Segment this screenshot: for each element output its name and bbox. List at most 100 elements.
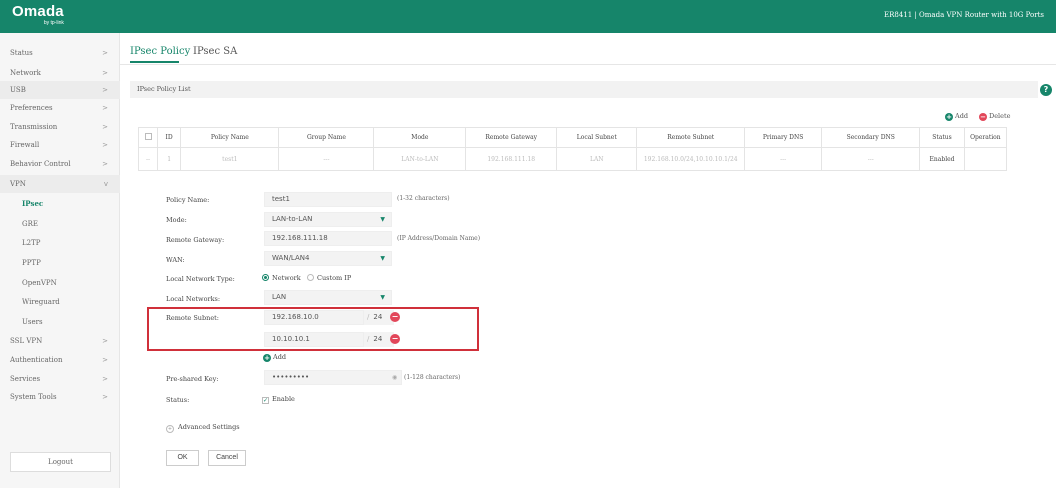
- remote-subnet-ip-2[interactable]: 10.10.10.1: [264, 332, 364, 347]
- policy-name-label: Policy Name:: [166, 196, 210, 204]
- sidebar-item-vpn[interactable]: VPN v: [0, 175, 120, 193]
- column-header: Local Subnet: [556, 127, 638, 148]
- sidebar-item-gre[interactable]: GRE: [0, 215, 120, 233]
- remove-subnet-1-icon[interactable]: −: [390, 312, 400, 322]
- sidebar-item-ssl-vpn[interactable]: SSL VPN >: [0, 332, 120, 350]
- column-header: Mode: [373, 127, 467, 148]
- local-networks-label: Local Networks:: [166, 295, 221, 303]
- checkbox-icon: [144, 133, 152, 140]
- table-cell: test1: [180, 147, 280, 171]
- policy-table: ID Policy Name Group Name Mode Remote Ga…: [138, 127, 1008, 171]
- local-networks-value: LAN: [272, 293, 287, 301]
- chevron-down-icon: v: [103, 180, 108, 188]
- table-cell: --: [138, 147, 158, 171]
- sidebar-item-behavior-control[interactable]: Behavior Control >: [0, 155, 120, 173]
- tab-divider: [120, 64, 1056, 65]
- chevron-right-icon: >: [102, 356, 108, 364]
- pre-shared-key-input[interactable]: •••••••••: [264, 370, 402, 385]
- sidebar-item-firewall[interactable]: Firewall >: [0, 136, 120, 154]
- device-title: ER8411 | Omada VPN Router with 10G Ports: [884, 11, 1044, 19]
- wan-select[interactable]: WAN/LAN4 ▼: [264, 251, 392, 266]
- sidebar-item-label: Services: [10, 375, 41, 383]
- pre-shared-key-hint: (1-128 characters): [404, 374, 461, 381]
- sidebar-item-services[interactable]: Services >: [0, 370, 120, 388]
- sidebar-item-network[interactable]: Network >: [0, 64, 120, 82]
- chevron-right-icon: >: [102, 393, 108, 401]
- remote-subnet-label: Remote Subnet:: [166, 314, 219, 322]
- dropdown-arrow-icon: ▼: [380, 255, 385, 262]
- add-button[interactable]: + Add: [945, 112, 968, 121]
- mode-select[interactable]: LAN-to-LAN ▼: [264, 212, 392, 227]
- section-title: IPsec Policy List: [130, 81, 1038, 98]
- slash-separator: /: [367, 313, 370, 321]
- add-subnet-button[interactable]: + Add: [263, 353, 286, 362]
- sidebar-item-preferences[interactable]: Preferences >: [0, 99, 120, 117]
- column-header: ID: [156, 127, 182, 148]
- sidebar-item-label: SSL VPN: [10, 337, 43, 345]
- table-cell: LAN: [556, 147, 638, 171]
- column-header: Primary DNS: [744, 127, 823, 148]
- enable-checkbox[interactable]: ✓ Enable: [262, 395, 295, 404]
- sidebar-item-users[interactable]: Users: [0, 313, 120, 331]
- select-all-checkbox[interactable]: [138, 127, 158, 148]
- tab-ipsec-policy[interactable]: IPsec Policy: [130, 46, 190, 57]
- top-bar: Omada by tp-link ER8411 | Omada VPN Rout…: [0, 0, 1056, 33]
- sidebar-item-label: Firewall: [10, 141, 40, 149]
- remote-gateway-label: Remote Gateway:: [166, 236, 225, 244]
- mask-value: 24: [373, 335, 383, 343]
- chevron-right-icon: >: [102, 337, 108, 345]
- active-tab-indicator: [130, 61, 179, 63]
- policy-name-hint: (1-32 characters): [397, 195, 450, 202]
- remote-subnet-ip-1[interactable]: 192.168.10.0: [264, 310, 364, 325]
- delete-button[interactable]: − Delete: [979, 112, 1010, 121]
- sidebar-item-pptp[interactable]: PPTP: [0, 254, 120, 272]
- plus-icon: +: [263, 354, 271, 362]
- radio-unselected-icon: [307, 274, 314, 281]
- table-row[interactable]: -- 1 test1 --- LAN-to-LAN 192.168.111.18…: [138, 147, 1008, 171]
- column-header: Operation: [963, 127, 1008, 148]
- radio-custom-ip[interactable]: Custom IP: [307, 274, 351, 282]
- sidebar-item-wireguard[interactable]: Wireguard: [0, 293, 120, 311]
- pre-shared-key-label: Pre-shared Key:: [166, 375, 219, 383]
- sidebar-item-system-tools[interactable]: System Tools >: [0, 388, 120, 406]
- remove-subnet-2-icon[interactable]: −: [390, 334, 400, 344]
- status-cell: Enabled: [919, 147, 965, 171]
- radio-network[interactable]: Network: [262, 274, 301, 282]
- mode-label: Mode:: [166, 216, 187, 224]
- cancel-button[interactable]: Cancel: [208, 450, 246, 466]
- sidebar-item-transmission[interactable]: Transmission >: [0, 118, 120, 136]
- sidebar-item-ipsec[interactable]: IPsec: [0, 195, 120, 213]
- sidebar-item-authentication[interactable]: Authentication >: [0, 351, 120, 369]
- remote-gateway-input[interactable]: 192.168.111.18: [264, 231, 392, 246]
- enable-label: Enable: [272, 395, 295, 403]
- table-cell: 192.168.111.18: [465, 147, 558, 171]
- ok-button[interactable]: OK: [166, 450, 199, 466]
- tab-ipsec-sa[interactable]: IPsec SA: [193, 46, 237, 57]
- chevron-right-icon: >: [102, 160, 108, 168]
- mask-value: 24: [373, 313, 383, 321]
- sidebar-item-label: System Tools: [10, 393, 57, 401]
- plus-icon: +: [945, 113, 953, 121]
- add-label: Add: [955, 112, 969, 120]
- logo-text: Omada: [12, 3, 64, 20]
- local-networks-select[interactable]: LAN ▼: [264, 290, 392, 305]
- table-cell: ---: [821, 147, 921, 171]
- sidebar-item-openvpn[interactable]: OpenVPN: [0, 274, 120, 292]
- wan-value: WAN/LAN4: [272, 254, 310, 262]
- sidebar-item-status[interactable]: Status >: [0, 44, 120, 62]
- help-icon[interactable]: ?: [1040, 84, 1052, 96]
- advanced-settings-toggle[interactable]: + Advanced Settings: [166, 423, 240, 433]
- table-cell: ---: [744, 147, 823, 171]
- sidebar-item-label: Authentication: [10, 356, 63, 364]
- logout-button[interactable]: Logout: [10, 452, 111, 472]
- sidebar-item-usb[interactable]: USB >: [0, 81, 120, 99]
- policy-name-input[interactable]: test1: [264, 192, 392, 207]
- sidebar-item-l2tp[interactable]: L2TP: [0, 234, 120, 252]
- sidebar-item-label: Status: [10, 49, 33, 57]
- dropdown-arrow-icon: ▼: [380, 216, 385, 223]
- table-cell: ---: [278, 147, 375, 171]
- table-cell: LAN-to-LAN: [373, 147, 467, 171]
- expand-icon: +: [166, 425, 174, 433]
- chevron-right-icon: >: [102, 123, 108, 131]
- eye-icon[interactable]: ◉: [392, 374, 397, 381]
